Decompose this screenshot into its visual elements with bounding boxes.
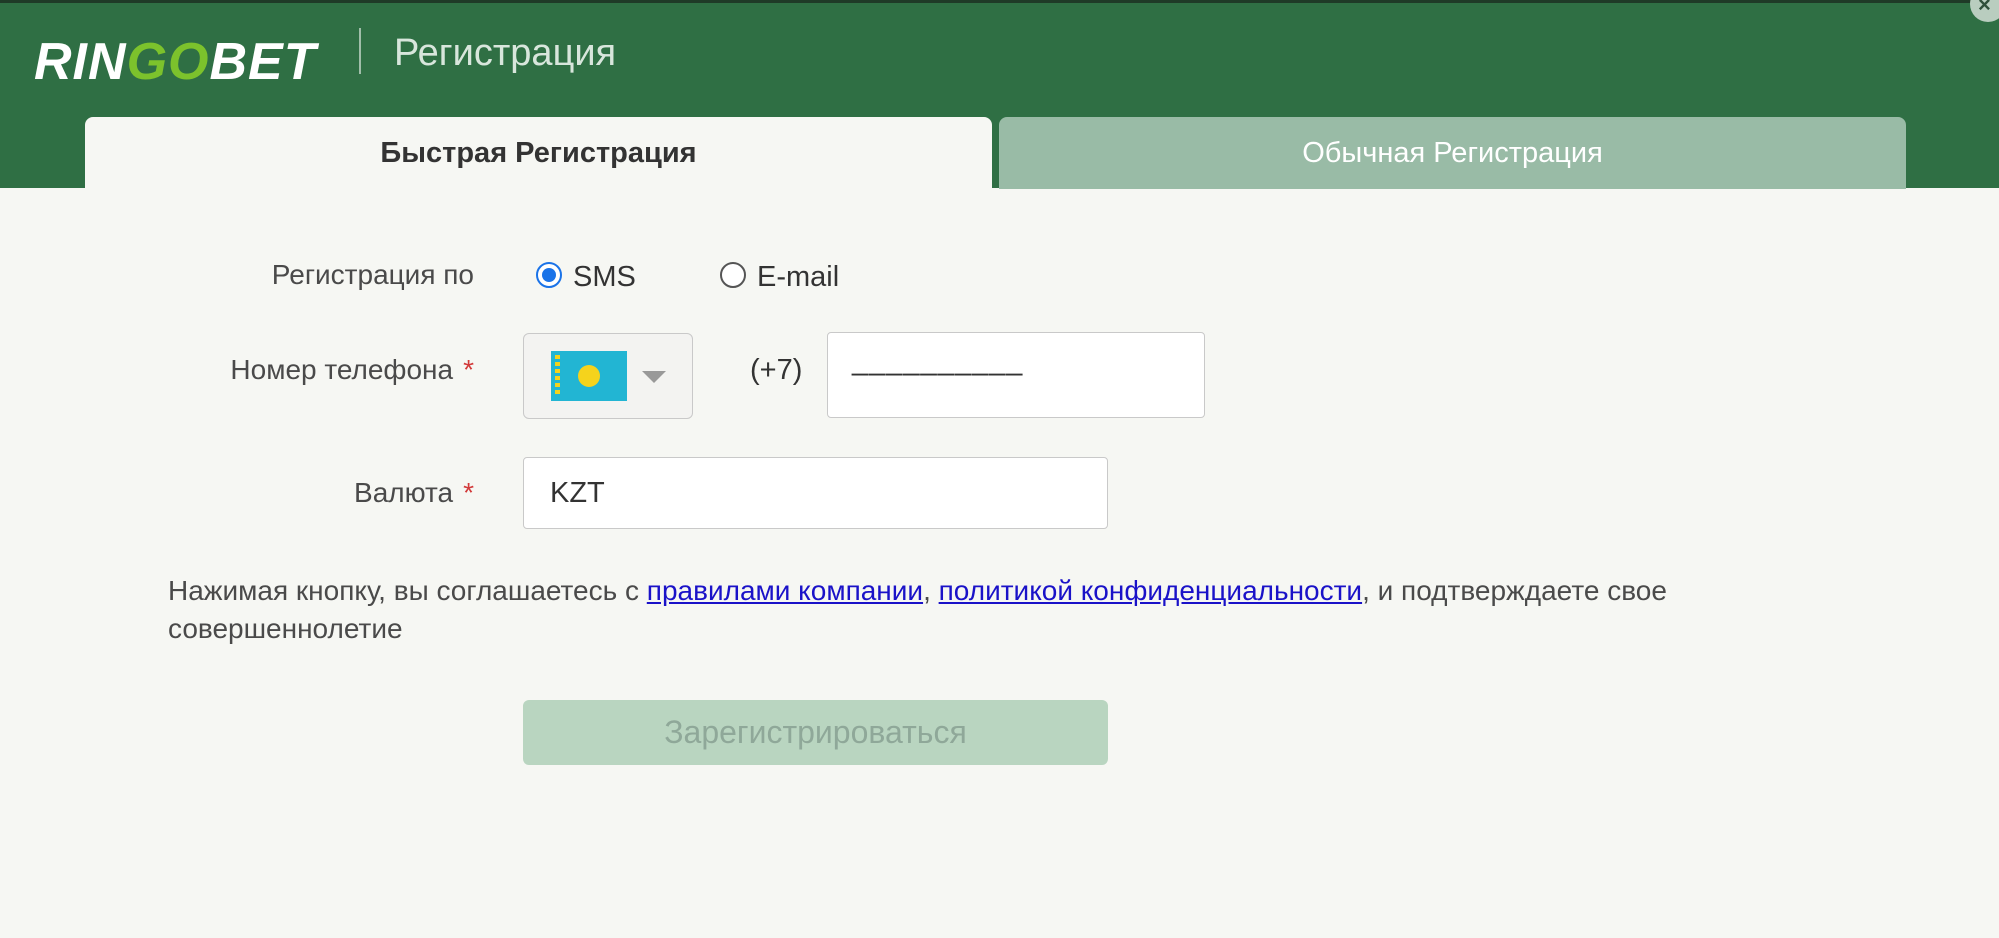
modal-title: Регистрация [394,32,617,74]
agreement-text-before: Нажимая кнопку, вы соглашаетесь с [168,575,647,606]
country-code-select[interactable] [523,333,693,419]
agreement-separator: , [923,575,939,606]
header-divider [359,28,361,74]
registration-modal: RIN GO BET Регистрация Быстрая Регистрация… [0,0,1999,938]
top-border [0,0,1999,3]
phone-label: Номер телефона * [140,354,474,386]
sms-radio-label[interactable]: SMS [573,261,636,294]
chevron-down-icon [642,371,666,383]
logo-text-bet: BET [209,33,317,91]
currency-label: Валюта * [160,477,474,509]
register-button[interactable]: Зарегистрироваться [523,700,1108,765]
currency-field[interactable]: KZT [523,457,1108,529]
company-rules-link[interactable]: правилами компании [647,575,923,606]
tab-quick-registration[interactable]: Быстрая Регистрация [85,117,992,189]
currency-label-text: Валюта [354,477,454,508]
register-button-label: Зарегистрироваться [664,714,967,750]
email-radio[interactable] [720,262,746,288]
logo-text-go: GO [126,33,210,91]
flag-ornament [555,355,560,397]
modal-header: RIN GO BET Регистрация Быстрая Регистрация… [0,0,1999,189]
tab-regular-registration-label: Обычная Регистрация [1302,136,1603,169]
currency-required-mark: * [463,477,474,508]
kazakhstan-flag-icon [551,351,627,401]
currency-value: KZT [550,476,605,509]
agreement-text: Нажимая кнопку, вы соглашаетесь с правил… [168,572,1908,648]
phone-input[interactable]: __________ [827,332,1205,418]
close-icon: × [1978,0,1991,17]
privacy-policy-link[interactable]: политикой конфиденциальности [939,575,1362,606]
phone-input-value: __________ [852,345,1024,377]
phone-prefix: (+7) [750,354,803,386]
registration-by-label: Регистрация по [271,259,474,290]
phone-label-text: Номер телефона [230,354,454,385]
flag-sun [578,365,600,387]
logo-text-ring: RIN [34,33,127,91]
ringobet-logo: RIN GO BET [34,30,316,94]
phone-required-mark: * [463,354,474,385]
sms-radio[interactable] [536,262,562,288]
tab-quick-registration-label: Быстрая Регистрация [380,136,697,169]
email-radio-label[interactable]: E-mail [757,261,839,294]
tab-regular-registration[interactable]: Обычная Регистрация [999,117,1906,189]
